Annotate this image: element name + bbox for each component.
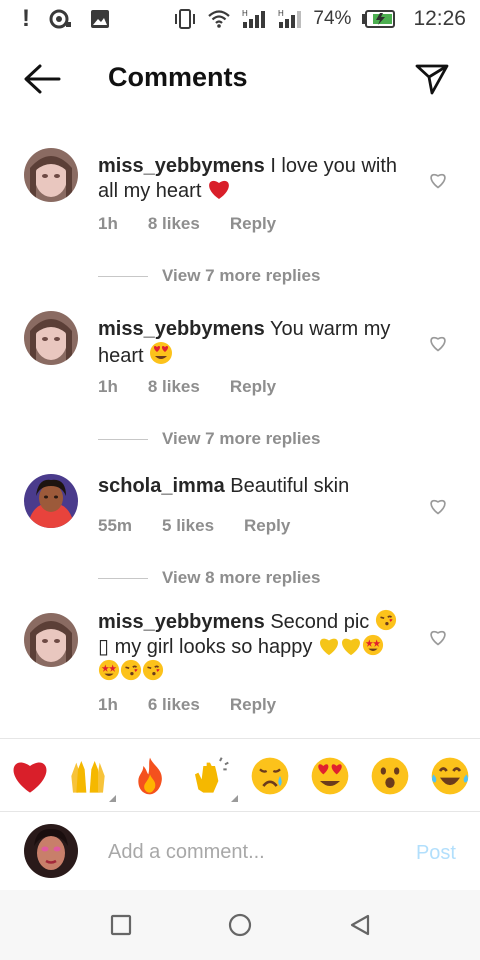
- reaction-astonished-face[interactable]: [370, 756, 410, 796]
- comment-text: schola_imma Beautiful skin: [98, 474, 410, 498]
- comment-likes[interactable]: 8 likes: [148, 214, 200, 234]
- comment-meta: 1h 8 likes Reply: [98, 377, 276, 397]
- system-nav-bar: [0, 890, 480, 960]
- wifi-icon: [207, 9, 231, 29]
- like-heart-icon[interactable]: [428, 627, 448, 647]
- like-heart-icon[interactable]: [428, 333, 448, 353]
- comment-body: Beautiful skin: [224, 475, 350, 497]
- comment-likes[interactable]: 5 likes: [162, 516, 214, 536]
- avatar[interactable]: [24, 311, 78, 365]
- comment-meta: 55m 5 likes Reply: [98, 516, 290, 536]
- comment-likes[interactable]: 6 likes: [148, 695, 200, 715]
- comment-text: miss_yebbymens You warm my heart: [98, 317, 410, 368]
- reaction-tears-of-joy[interactable]: [430, 756, 470, 796]
- yellow-heart-emoji: [320, 638, 338, 656]
- back-button[interactable]: [22, 62, 62, 96]
- signal-icon: H: [277, 9, 303, 29]
- comment-body-line2: ▯ my girl looks so happy: [98, 636, 318, 658]
- quick-reactions-bar: [0, 738, 480, 812]
- reply-button[interactable]: Reply: [244, 516, 290, 536]
- view-replies-label: View 7 more replies: [162, 266, 321, 285]
- paper-plane-icon: [415, 64, 449, 95]
- comment-composer: Post: [0, 812, 480, 890]
- comment-username[interactable]: miss_yebbymens: [98, 318, 265, 340]
- star-struck-emoji: [98, 659, 120, 681]
- battery-percent: 74%: [313, 8, 352, 29]
- avatar[interactable]: [24, 474, 78, 528]
- view-replies-label: View 7 more replies: [162, 429, 321, 448]
- image-icon: [90, 9, 110, 29]
- vibrate-icon: [173, 8, 197, 30]
- avatar[interactable]: [24, 148, 78, 202]
- camera-notification-icon: [48, 9, 72, 29]
- reply-button[interactable]: Reply: [230, 695, 276, 715]
- red-heart-emoji: [209, 180, 229, 199]
- alert-icon: !: [22, 5, 30, 32]
- reaction-heart-eyes[interactable]: [310, 756, 350, 796]
- kissing-face-emoji: [120, 659, 142, 681]
- replies-divider: [98, 275, 148, 277]
- comment-time: 55m: [98, 516, 133, 535]
- recent-apps-icon[interactable]: [108, 912, 134, 938]
- signal-icon: H: [241, 9, 267, 29]
- avatar[interactable]: [24, 613, 78, 667]
- reply-button[interactable]: Reply: [230, 377, 276, 397]
- svg-text:H: H: [278, 9, 284, 18]
- skin-tone-indicator: [109, 795, 116, 802]
- view-replies-label: View 8 more replies: [162, 568, 321, 587]
- star-struck-emoji: [362, 634, 384, 656]
- svg-text:H: H: [242, 9, 248, 18]
- reaction-fire[interactable]: [130, 756, 170, 796]
- replies-divider: [98, 577, 148, 579]
- comment-username[interactable]: schola_imma: [98, 475, 225, 497]
- like-heart-icon[interactable]: [428, 496, 448, 516]
- replies-divider: [98, 438, 148, 440]
- skin-tone-indicator: [231, 795, 238, 802]
- comment-time: 1h: [98, 377, 118, 396]
- current-user-avatar: [24, 824, 78, 878]
- yellow-heart-emoji: [342, 638, 360, 656]
- reaction-red-heart[interactable]: [10, 756, 50, 796]
- comment-text: miss_yebbymens Second pic ▯ my girl look…: [98, 609, 410, 684]
- reply-button[interactable]: Reply: [230, 214, 276, 234]
- reaction-raising-hands[interactable]: [68, 756, 116, 802]
- clock: 12:26: [413, 7, 466, 30]
- share-button[interactable]: [414, 60, 450, 96]
- comment-text: miss_yebbymens I love you with all my he…: [98, 154, 410, 203]
- battery-charging-icon: [361, 10, 396, 28]
- back-icon[interactable]: [347, 912, 373, 938]
- page-title: Comments: [108, 62, 248, 92]
- comment-meta: 1h 6 likes Reply: [98, 695, 276, 715]
- heart-eyes-emoji: [150, 342, 173, 364]
- comment-likes[interactable]: 8 likes: [148, 377, 200, 397]
- reaction-crying-face[interactable]: [250, 756, 290, 796]
- view-replies-button[interactable]: View 7 more replies: [98, 266, 320, 286]
- header: Comments: [0, 52, 480, 106]
- comment-username[interactable]: miss_yebbymens: [98, 155, 265, 177]
- kissing-face-emoji: [142, 659, 164, 681]
- like-heart-icon[interactable]: [428, 170, 448, 190]
- status-bar: ! H H 74% 12:26: [0, 0, 480, 38]
- comment-time: 1h: [98, 214, 118, 233]
- reaction-clapping-hands[interactable]: [190, 756, 238, 802]
- comment-body: Second pic: [264, 611, 375, 633]
- comment-username[interactable]: miss_yebbymens: [98, 611, 265, 633]
- view-replies-button[interactable]: View 8 more replies: [98, 568, 320, 588]
- view-replies-button[interactable]: View 7 more replies: [98, 429, 320, 449]
- arrow-left-icon: [24, 64, 61, 94]
- comment-meta: 1h 8 likes Reply: [98, 214, 276, 234]
- post-button[interactable]: Post: [416, 842, 456, 865]
- comment-input[interactable]: [108, 838, 388, 866]
- kissing-face-emoji: [375, 609, 396, 631]
- home-icon[interactable]: [227, 912, 253, 938]
- comment-time: 1h: [98, 695, 118, 714]
